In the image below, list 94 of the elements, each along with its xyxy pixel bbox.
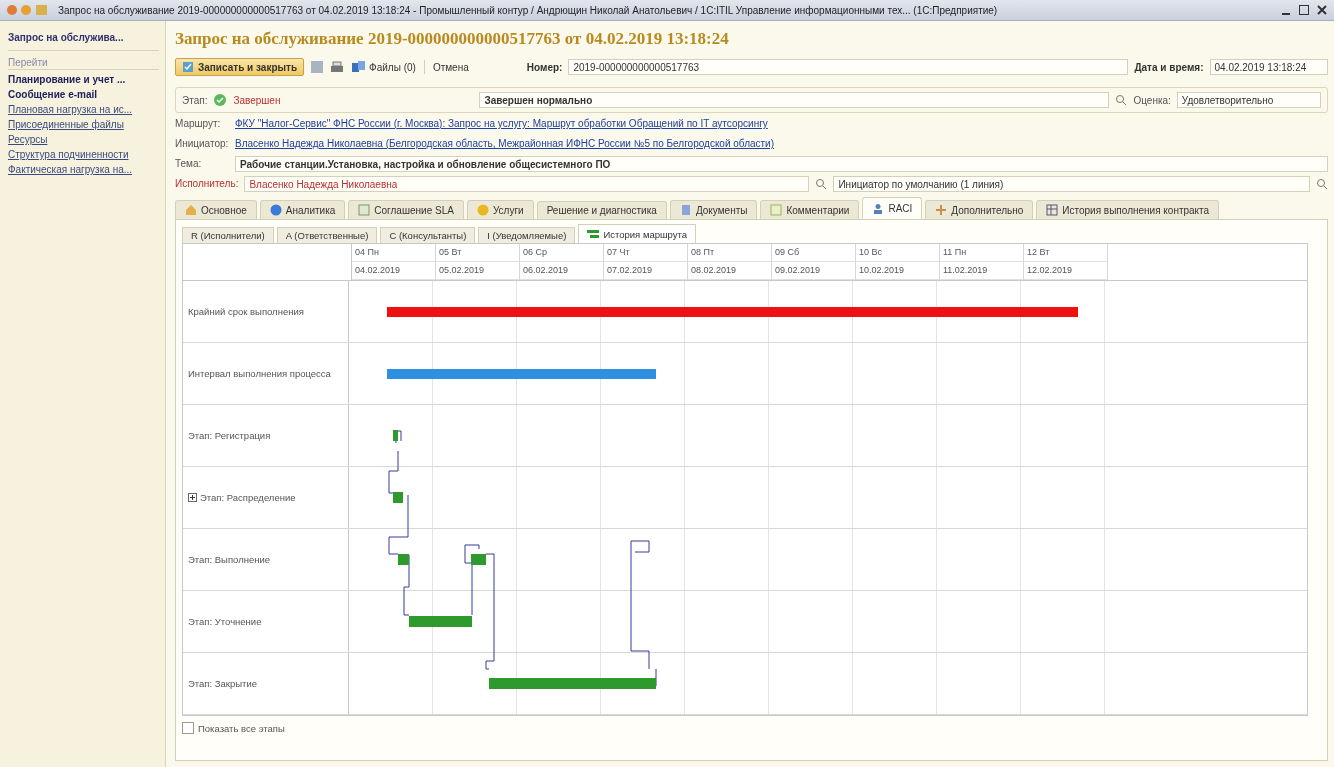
tab[interactable]: Комментарии [760,200,860,219]
row-label: Этап: Уточнение [188,616,262,627]
sheet-icon [358,204,371,216]
sidebar-item[interactable]: Фактическая нагрузка на... [8,163,159,176]
weekday-header: 11 Пн [940,244,1023,262]
initiator-link[interactable]: Власенко Надежда Николаевна (Белгородская область, Межрайонная ИФНС России №5 по Белгородской области) [235,138,775,149]
house-icon [185,204,197,216]
stage-value: Завершен [233,94,282,106]
date-header: 11.02.2019 [940,262,1023,280]
tab[interactable]: Аналитика [259,200,346,219]
row-label: Этап: Регистрация [188,430,271,441]
date-header: 04.02.2019 [352,262,435,280]
form-title: Запрос на обслуживание 2019-000000000000517763 от 04.02.2019 13:18:24 [175,29,730,50]
sidebar-item[interactable]: Структура подчиненности [8,148,159,161]
search-icon[interactable] [1316,177,1328,190]
check-icon [182,61,194,73]
info-icon [269,204,282,216]
date-header: 08.02.2019 [688,262,771,280]
weekday-header: 10 Вс [856,244,939,262]
tab[interactable]: Решение и диагностика [536,201,667,219]
row-label: Этап: Распределение [200,492,296,503]
stage-label: Этап: [182,94,208,106]
subtab[interactable]: История маршрута [578,224,697,243]
weekday-header: 12 Вт [1024,244,1107,262]
document-icon [679,204,692,216]
people-icon [872,202,885,215]
subject-field[interactable]: Рабочие станции.Установка, настройка и обновление общесистемного ПО [235,155,1328,172]
note-icon [770,204,783,216]
connector-line [464,544,480,616]
route-icon [587,229,600,239]
coin-icon [476,204,489,216]
initiator-label: Инициатор: [175,138,229,149]
show-all-checkbox[interactable]: Показать все этапы [182,722,285,734]
row-label: Этап: Закрытие [188,678,257,689]
sidebar-item[interactable]: Ресурсы [8,133,159,146]
connector-line [395,430,402,444]
group-field[interactable]: Инициатор по умолчанию (1 линия) [833,175,1310,192]
route-link[interactable]: ФКУ "Налог-Сервис" ФНС России (г. Москва): Запрос на услугу: Маршрут обработки Обращений по IT аутсорсингу [235,118,768,129]
printer-icon[interactable] [330,60,345,74]
check-circle-icon [213,93,228,107]
date-header: 12.02.2019 [1024,262,1107,280]
sidebar-item[interactable]: Планирование и учет ... [8,73,159,86]
close-icon[interactable] [1316,4,1328,16]
files-icon [352,61,367,73]
sidebar-item[interactable]: Плановая нагрузка на ис... [8,103,159,116]
row-label: Крайний срок выполнения [188,306,304,317]
stage-result-field[interactable]: Завершен нормально [479,92,1110,108]
number-label: Номер: [526,61,563,73]
row-label: Этап: Выполнение [188,554,271,565]
date-header: 05.02.2019 [436,262,519,280]
sidebar-item[interactable]: Запрос на обслужива... [8,31,159,51]
tab[interactable]: Документы [669,200,758,219]
row-label: Интервал выполнения процесса [188,368,331,379]
date-header: 10.02.2019 [856,262,939,280]
weekday-header: 09 Сб [772,244,855,262]
weekday-header: 06 Ср [520,244,603,262]
tab[interactable]: Услуги [466,200,534,219]
tab[interactable]: История выполнения контракта [1036,200,1220,219]
rating-label: Оценка: [1133,94,1171,106]
files-button[interactable]: Файлы (0) [350,61,418,73]
date-header: 07.02.2019 [604,262,687,280]
search-icon[interactable] [815,177,828,190]
table-icon [1046,204,1059,216]
weekday-header: 04 Пн [352,244,435,262]
rating-field[interactable]: Удовлетворительно [1176,92,1321,108]
subtab[interactable]: C (Консультанты) [380,227,476,243]
datetime-field[interactable]: 04.02.2019 13:18:24 [1209,59,1328,75]
executor-field[interactable]: Власенко Надежда Николаевна [244,175,810,192]
datetime-label: Дата и время: [1134,61,1204,73]
subtab[interactable]: I (Уведомляемые) [478,227,576,243]
maximize-icon[interactable] [1298,4,1310,16]
tab[interactable]: Дополнительно [925,200,1034,219]
search-icon[interactable] [1115,94,1128,106]
weekday-header: 07 Чт [604,244,687,262]
weekday-header: 05 Вт [436,244,519,262]
subtab[interactable]: R (Исполнители) [182,227,274,243]
cancel-button[interactable]: Отмена [430,61,471,73]
expand-icon[interactable] [188,493,197,502]
executor-label: Исполнитель: [175,178,239,189]
date-header: 09.02.2019 [772,262,855,280]
date-header: 06.02.2019 [520,262,603,280]
tab[interactable]: Основное [175,200,257,219]
plus-icon [935,204,948,216]
route-label: Маршрут: [175,118,222,129]
weekday-header: 08 Пт [688,244,771,262]
tab[interactable]: Соглашение SLA [348,200,464,219]
window-title: Запрос на обслуживание 2019-000000000000517763 от 04.02.2019 13:18:24 - Промышленный контур / Андрющин Николай Анатольевич / 1С:ITIL Управление информационными тех... (1С:Предприятие) [58,4,998,16]
subject-label: Тема: [175,158,203,169]
sidebar-item[interactable]: Сообщение e-mail [8,88,159,101]
sidebar-item[interactable]: Присоединенные файлы [8,118,159,131]
save-close-button[interactable]: Записать и закрыть [175,58,305,76]
subtab[interactable]: A (Ответственные) [276,227,378,243]
number-field[interactable]: 2019-000000000000517763 [568,59,1129,75]
tab[interactable]: RACI [862,197,923,219]
